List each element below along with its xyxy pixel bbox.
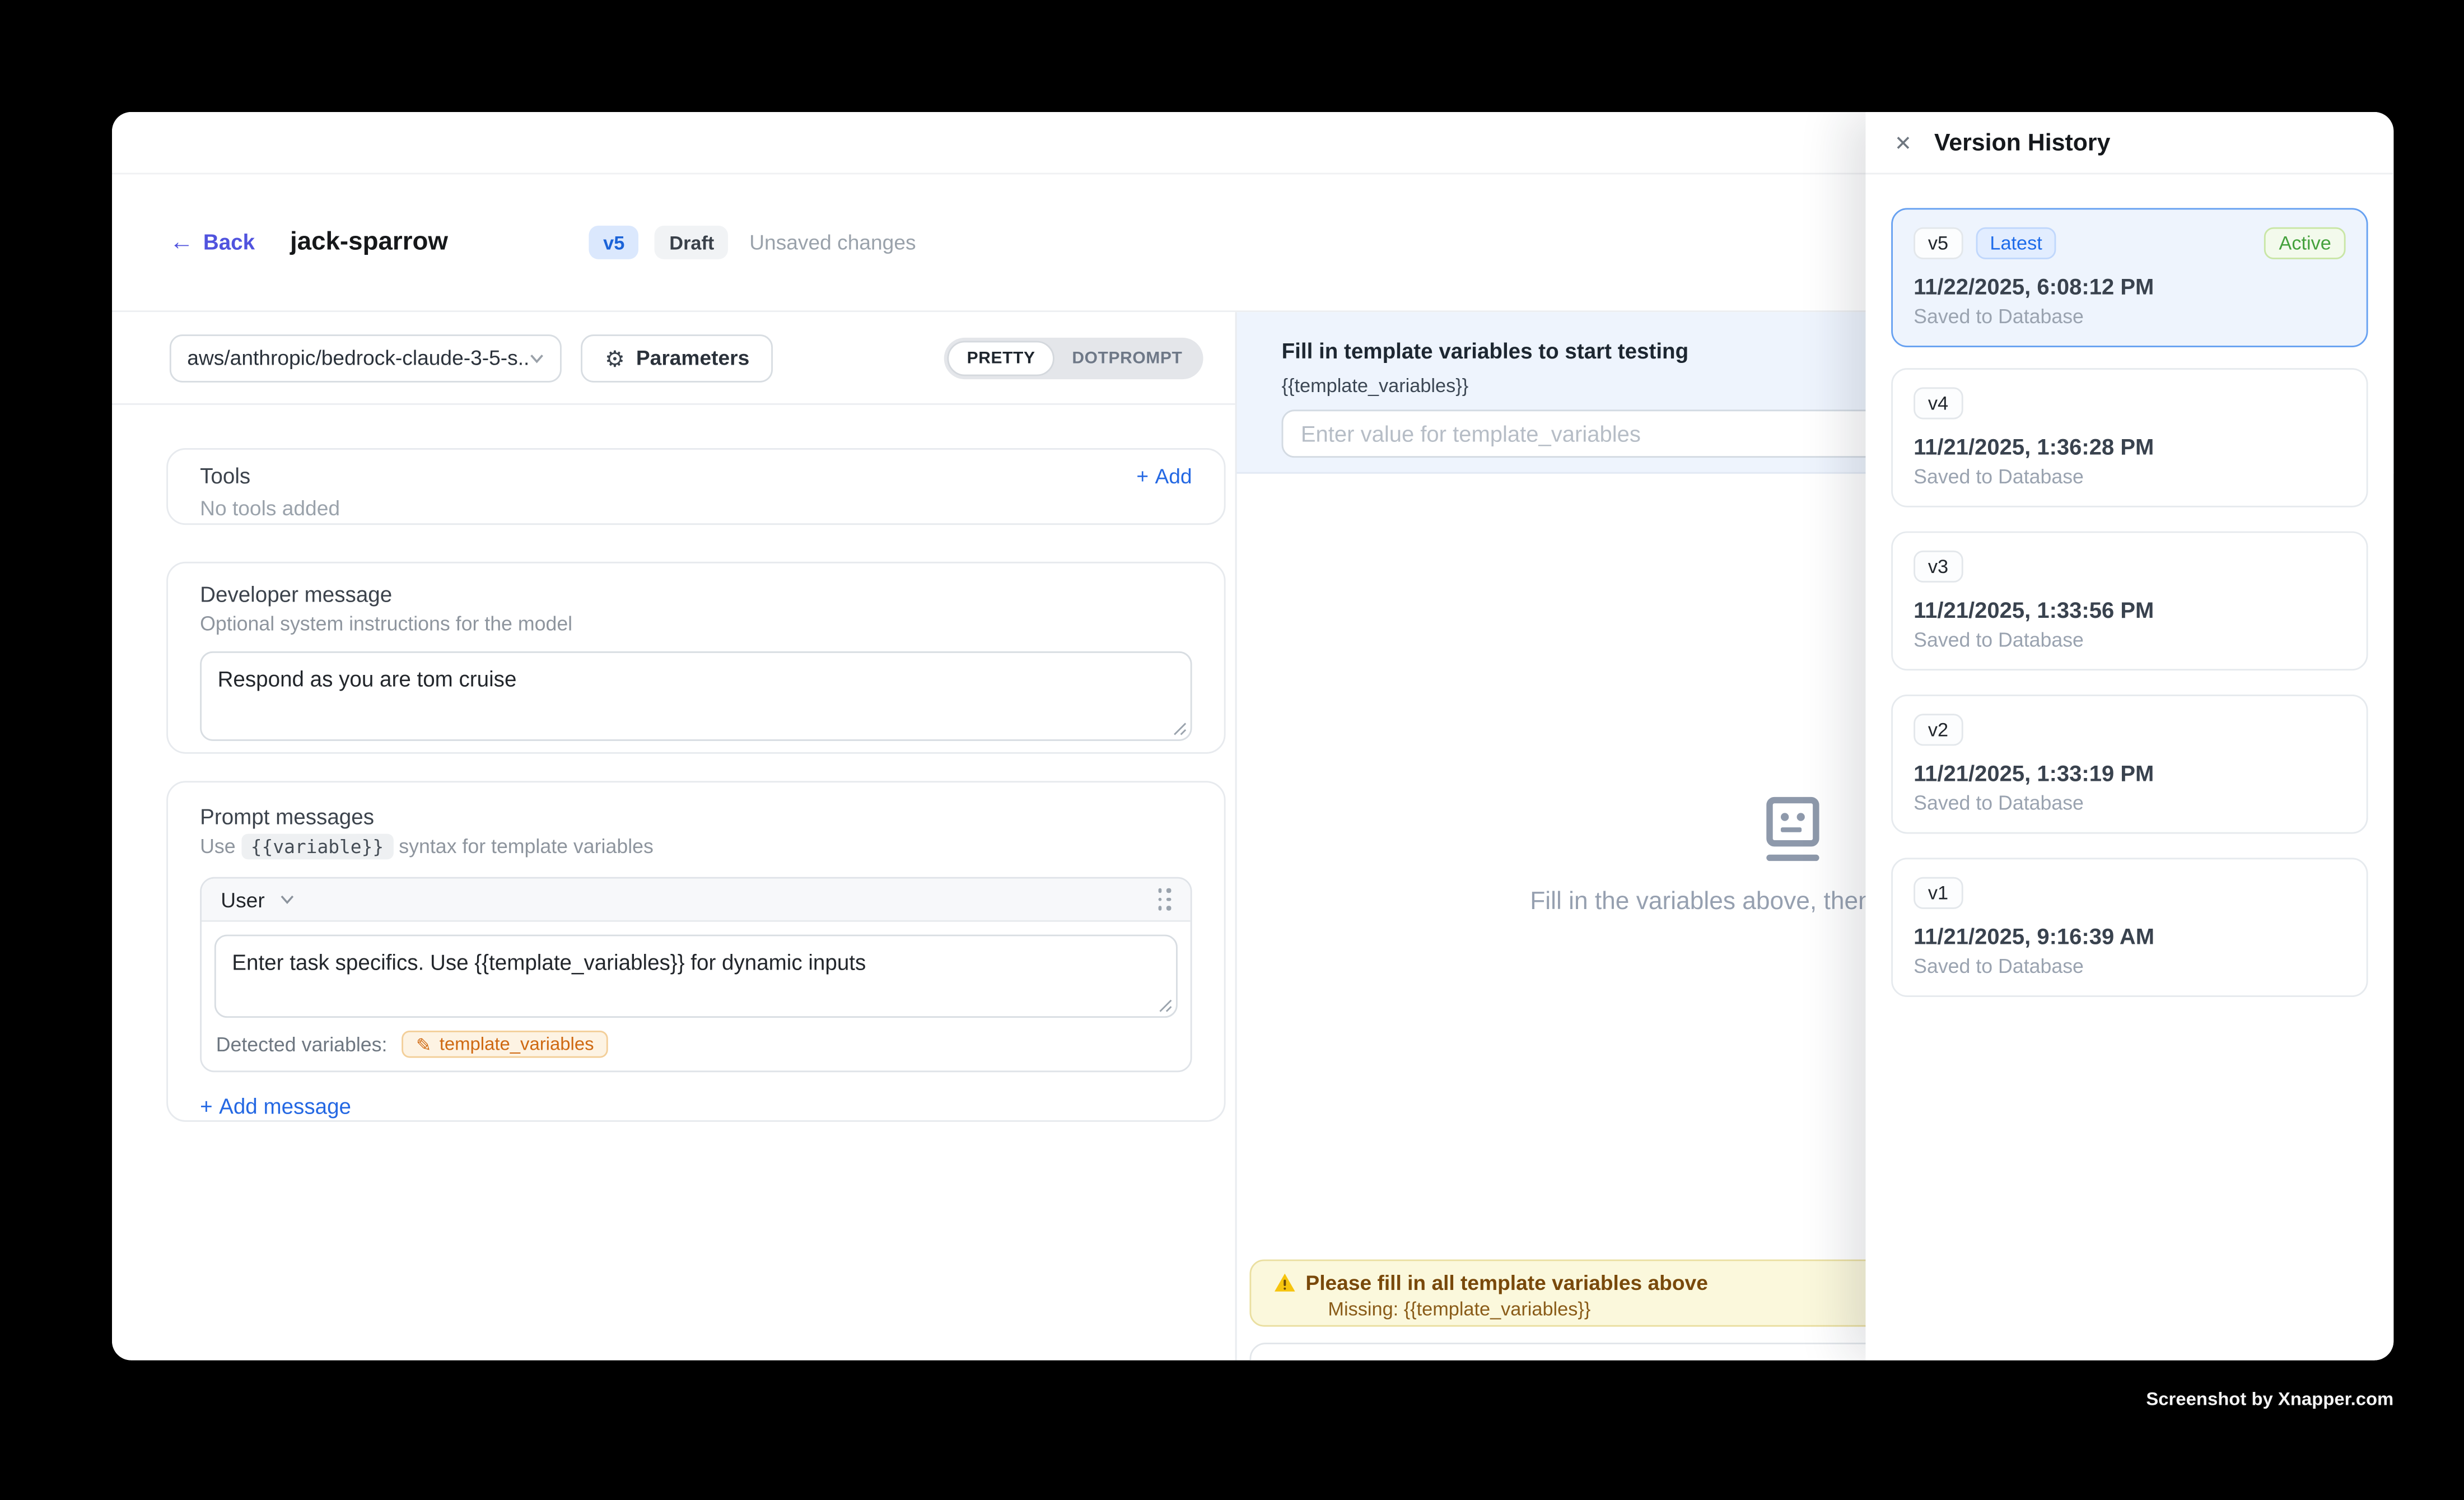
latest-badge: Latest — [1976, 227, 2057, 259]
version-list: v5 Latest Active 11/22/2025, 6:08:12 PM … — [1865, 174, 2393, 997]
version-timestamp: 11/21/2025, 1:33:56 PM — [1914, 597, 2345, 623]
developer-message-input[interactable]: Respond as you are tom cruise — [200, 651, 1192, 741]
toggle-option-pretty[interactable]: PRETTY — [948, 340, 1054, 375]
version-badge: v5 — [589, 226, 639, 259]
prompt-messages-card: Prompt messages Use {{variable}} syntax … — [166, 781, 1225, 1122]
toggle-option-dotprompt[interactable]: DOTPROMPT — [1054, 340, 1200, 375]
version-timestamp: 11/21/2025, 1:36:28 PM — [1914, 434, 2345, 459]
add-message-button[interactable]: + Add message — [200, 1094, 351, 1119]
detected-variables-label: Detected variables: — [216, 1033, 388, 1055]
version-status: Saved to Database — [1914, 792, 2345, 814]
add-tool-button[interactable]: + Add — [1136, 464, 1192, 488]
version-status: Saved to Database — [1914, 306, 2345, 328]
page-title: jack-sparrow — [290, 228, 448, 257]
prompt-message-block: User Enter task specifics. Use {{templat… — [200, 877, 1192, 1073]
version-timestamp: 11/21/2025, 1:33:19 PM — [1914, 760, 2345, 786]
prompt-messages-subtitle: Use {{variable}} syntax for template var… — [200, 835, 1192, 858]
version-card-v3[interactable]: v3 11/21/2025, 1:33:56 PM Saved to Datab… — [1891, 532, 2368, 671]
warning-icon — [1273, 1272, 1296, 1293]
version-history-panel: ✕ Version History v5 Latest Active 11/22… — [1865, 112, 2393, 1361]
app-window: ← Back jack-sparrow v5 Draft Unsaved cha… — [112, 112, 2393, 1361]
version-history-title: Version History — [1934, 129, 2110, 156]
close-icon[interactable]: ✕ — [1894, 132, 1912, 153]
message-header: User — [202, 879, 1191, 922]
version-status: Saved to Database — [1914, 629, 2345, 651]
message-body: Enter task specifics. Use {{template_var… — [202, 922, 1191, 1018]
developer-message-title: Developer message — [200, 583, 1192, 607]
xnapper-watermark: Screenshot by Xnapper.com — [2146, 1391, 2393, 1410]
version-status: Saved to Database — [1914, 956, 2345, 978]
active-badge: Active — [2265, 227, 2346, 259]
version-timestamp: 11/21/2025, 9:16:39 AM — [1914, 924, 2345, 949]
back-label: Back — [203, 230, 255, 254]
message-content-input[interactable]: Enter task specifics. Use {{template_var… — [214, 935, 1178, 1018]
version-number-badge: v3 — [1914, 551, 1963, 583]
parameters-label: Parameters — [636, 346, 749, 370]
version-card-v5[interactable]: v5 Latest Active 11/22/2025, 6:08:12 PM … — [1891, 208, 2368, 347]
drag-handle-icon[interactable] — [1158, 888, 1171, 911]
developer-message-subtitle: Optional system instructions for the mod… — [200, 613, 1192, 635]
back-button[interactable]: ← Back — [170, 230, 255, 254]
version-number-badge: v4 — [1914, 387, 1963, 419]
draft-status-badge: Draft — [655, 226, 729, 259]
prompt-messages-title: Prompt messages — [200, 805, 1192, 829]
chevron-down-icon — [281, 895, 295, 904]
tools-title: Tools — [200, 464, 250, 488]
version-number-badge: v1 — [1914, 877, 1963, 909]
version-card-v4[interactable]: v4 11/21/2025, 1:36:28 PM Saved to Datab… — [1891, 368, 2368, 507]
chevron-down-icon — [530, 353, 544, 362]
screenshot-stage: ← Back jack-sparrow v5 Draft Unsaved cha… — [0, 0, 2464, 1500]
version-number-badge: v5 — [1914, 227, 1963, 259]
resize-handle-icon[interactable] — [1173, 722, 1187, 737]
version-card-v2[interactable]: v2 11/21/2025, 1:33:19 PM Saved to Datab… — [1891, 695, 2368, 834]
tools-card: Tools + Add No tools added — [166, 448, 1225, 525]
parameters-button[interactable]: ⚙ Parameters — [581, 334, 773, 382]
unsaved-changes-label: Unsaved changes — [749, 230, 916, 254]
plus-icon: + — [1136, 464, 1149, 488]
format-toggle: PRETTY DOTPROMPT — [945, 337, 1203, 378]
detected-variables-row: Detected variables: ✎ template_variables — [202, 1018, 1191, 1070]
tools-empty-text: No tools added — [200, 496, 1192, 520]
resize-handle-icon[interactable] — [1159, 999, 1173, 1013]
developer-message-card: Developer message Optional system instru… — [166, 562, 1225, 754]
robot-icon — [1766, 797, 1818, 861]
editor-scroll-area: Tools + Add No tools added Developer mes… — [112, 405, 1235, 1122]
version-status: Saved to Database — [1914, 465, 2345, 488]
back-arrow-icon: ← — [170, 230, 194, 254]
gear-icon: ⚙ — [605, 347, 625, 369]
model-selector-value: aws/anthropic/bedrock-claude-3-5-s... — [187, 346, 529, 370]
editor-pane: aws/anthropic/bedrock-claude-3-5-s... ⚙ … — [112, 312, 1235, 1360]
template-variable-chip[interactable]: ✎ template_variables — [402, 1031, 608, 1058]
role-selector[interactable]: User — [221, 887, 295, 911]
version-card-v1[interactable]: v1 11/21/2025, 9:16:39 AM Saved to Datab… — [1891, 858, 2368, 997]
pencil-icon: ✎ — [416, 1033, 432, 1055]
plus-icon: + — [200, 1094, 213, 1119]
warning-title: Please fill in all template variables ab… — [1305, 1271, 1707, 1295]
model-selector[interactable]: aws/anthropic/bedrock-claude-3-5-s... — [170, 334, 562, 382]
version-timestamp: 11/22/2025, 6:08:12 PM — [1914, 274, 2345, 300]
model-toolbar: aws/anthropic/bedrock-claude-3-5-s... ⚙ … — [112, 312, 1235, 405]
version-number-badge: v2 — [1914, 714, 1963, 746]
version-history-header: ✕ Version History — [1865, 112, 2393, 174]
variable-syntax-chip: {{variable}} — [241, 834, 394, 860]
role-label: User — [221, 887, 264, 911]
